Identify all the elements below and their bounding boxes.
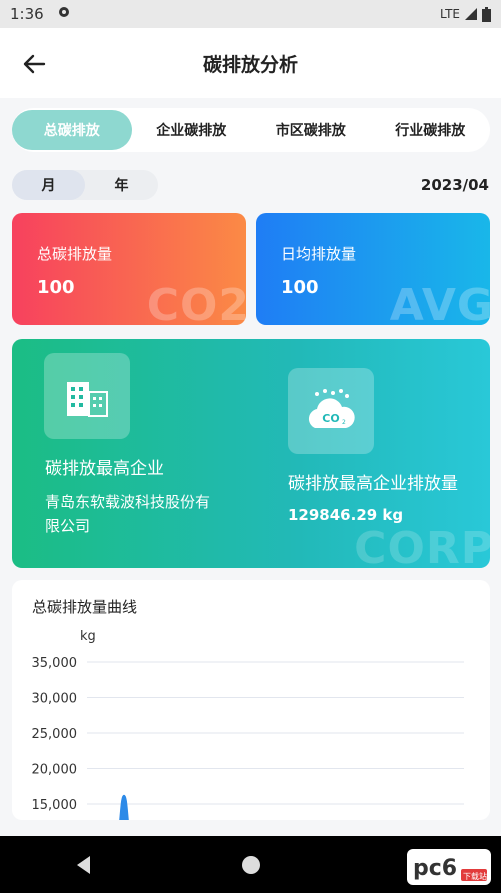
battery-icon (482, 6, 491, 22)
total-emission-value: 100 (37, 277, 75, 298)
network-label: LTE (440, 7, 460, 21)
top-emission-label: 碳排放最高企业排放量 (288, 474, 458, 494)
period-year[interactable]: 年 (85, 170, 158, 200)
back-nav-icon[interactable] (73, 854, 95, 876)
top-company-name-1: 青岛东软载波科技股份有 (45, 493, 211, 511)
svg-text:CO: CO (322, 412, 339, 425)
top-company-card: CO 2 碳排放最高企业 青岛东软载波科技股份有 限公司 碳排放最高企业排放量 … (12, 339, 490, 568)
svg-text:pc6: pc6 (413, 856, 457, 881)
category-tabs: 总碳排放 企业碳排放 市区碳排放 行业碳排放 (12, 108, 490, 152)
y-tick-label: 25,000 (32, 727, 78, 742)
status-indicators: LTE (440, 6, 491, 22)
emission-line-chart: kg35,000 30,000 25,000 20,000 15,000 (32, 629, 464, 820)
building-icon (44, 353, 130, 439)
home-nav-icon[interactable] (240, 854, 262, 876)
tab-industry[interactable]: 行业碳排放 (371, 110, 491, 150)
date-selector[interactable]: 2023/04 (421, 176, 489, 194)
page-title: 碳排放分析 (202, 53, 298, 76)
signal-icon (465, 8, 477, 20)
y-tick-label: 30,000 (32, 692, 78, 707)
y-tick-label: 35,000 (32, 656, 78, 671)
system-nav-bar: pc6 下载站 (0, 836, 501, 893)
series-line (119, 794, 129, 820)
avg-watermark: AVG (389, 280, 490, 325)
co2-watermark: CO2 (146, 280, 246, 325)
total-emission-card: 总碳排放量 100 CO2 (12, 213, 246, 325)
daily-avg-label: 日均排放量 (281, 245, 357, 263)
tab-total[interactable]: 总碳排放 (12, 110, 132, 150)
daily-avg-card: 日均排放量 100 AVG (256, 213, 490, 325)
total-emission-label: 总碳排放量 (37, 245, 113, 263)
emission-chart-card: 总碳排放量曲线 kg 35,000 30,000 25,000 20,000 15,000 (12, 580, 490, 820)
y-tick-label: 15,000 (32, 798, 78, 813)
tab-enterprise[interactable]: 企业碳排放 (132, 110, 252, 150)
top-company-label: 碳排放最高企业 (45, 459, 164, 479)
period-toggle: 月 年 (12, 170, 158, 200)
y-axis-unit: kg (80, 629, 96, 644)
status-bar: 1:36 LTE (0, 0, 501, 28)
gear-icon (56, 4, 72, 24)
tab-district[interactable]: 市区碳排放 (251, 110, 371, 150)
svg-text:2: 2 (342, 419, 346, 426)
y-tick-label: 20,000 (32, 763, 78, 778)
brand-logo: pc6 下载站 (407, 849, 491, 885)
back-button[interactable] (20, 50, 48, 78)
period-month[interactable]: 月 (12, 170, 85, 200)
daily-avg-value: 100 (281, 277, 319, 298)
arrow-left-icon (23, 54, 46, 74)
co2-cloud-icon: CO 2 (288, 368, 374, 454)
top-company-name-2: 限公司 (45, 517, 91, 535)
corp-watermark: CORP (354, 523, 490, 568)
svg-text:下载站: 下载站 (463, 871, 487, 881)
status-time: 1:36 (10, 5, 44, 23)
app-bar: 碳排放分析 (0, 28, 501, 98)
